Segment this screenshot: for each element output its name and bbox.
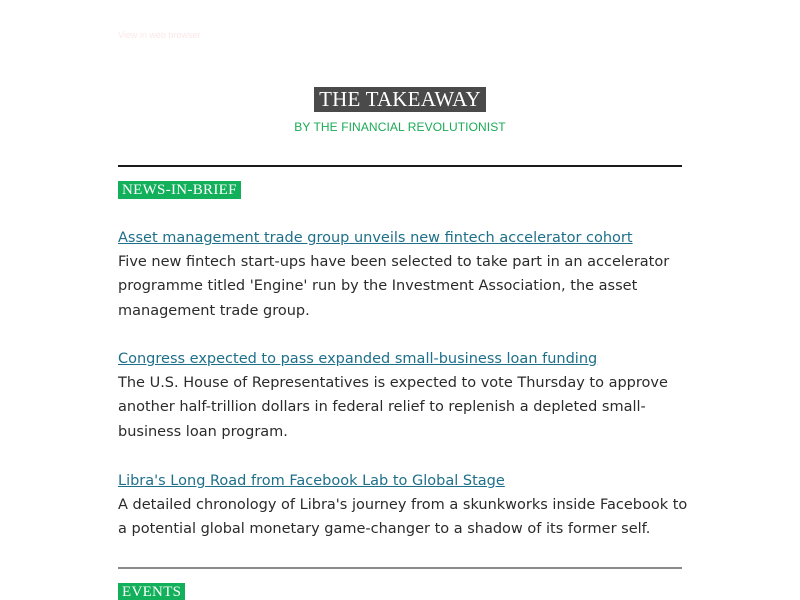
section-divider <box>118 567 682 569</box>
top-divider <box>118 165 682 167</box>
news-item-headline-link[interactable]: Congress expected to pass expanded small… <box>118 347 688 371</box>
news-item-headline-link[interactable]: Libra's Long Road from Facebook Lab to G… <box>118 469 688 493</box>
newsletter-page: View in web browser THE TAKEAWAY BY THE … <box>0 0 800 600</box>
newsletter-title: THE TAKEAWAY <box>314 87 486 112</box>
news-item-headline-link[interactable]: Asset management trade group unveils new… <box>118 226 688 250</box>
view-in-browser-link[interactable]: View in web browser <box>118 30 200 40</box>
section-label-events: EVENTS <box>118 583 186 600</box>
news-item-summary: A detailed chronology of Libra's journey… <box>118 497 688 538</box>
news-item: Libra's Long Road from Facebook Lab to G… <box>118 469 688 542</box>
news-item-summary: Five new fintech start-ups have been sel… <box>118 254 670 319</box>
newsletter-byline: BY THE FINANCIAL REVOLUTIONIST <box>294 120 506 134</box>
masthead: THE TAKEAWAY BY THE FINANCIAL REVOLUTION… <box>0 87 800 134</box>
section-label-news-in-brief: NEWS-IN-BRIEF <box>118 181 241 199</box>
news-item: Congress expected to pass expanded small… <box>118 347 688 444</box>
news-item: Asset management trade group unveils new… <box>118 226 688 323</box>
news-item-summary: The U.S. House of Representatives is exp… <box>118 375 668 440</box>
